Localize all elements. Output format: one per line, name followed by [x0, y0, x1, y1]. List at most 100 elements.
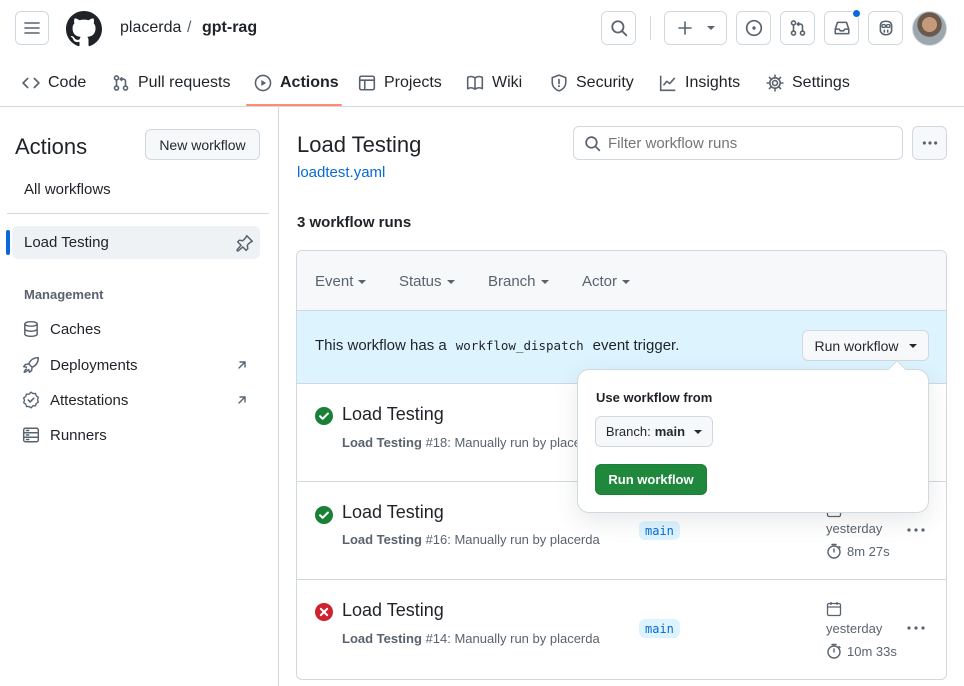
run-date: yesterday — [826, 621, 883, 636]
sidebar-item-runners[interactable]: Runners — [22, 426, 107, 444]
arrow-up-right-icon — [236, 394, 248, 406]
tab-label: Wiki — [492, 74, 523, 91]
tab-actions[interactable]: Actions — [254, 71, 339, 95]
pull-requests-button[interactable] — [780, 11, 815, 45]
menu-button[interactable] — [15, 11, 49, 45]
pin-icon[interactable] — [236, 234, 254, 252]
popover-heading: Use workflow from — [596, 390, 713, 405]
inbox-icon — [833, 19, 851, 37]
run-detail: #18: Manually run by placerda — [425, 435, 600, 450]
run-title[interactable]: Load Testing — [342, 600, 444, 621]
search-icon — [584, 135, 601, 152]
sidebar-item-label: Runners — [50, 426, 107, 444]
repo-owner-link[interactable]: placerda — [120, 19, 181, 37]
button-label: Run workflow — [814, 337, 899, 354]
caret-down-icon — [446, 279, 455, 284]
check-circle-icon — [315, 506, 333, 524]
tab-label: Projects — [384, 74, 442, 91]
more-options-button[interactable] — [912, 126, 947, 160]
caret-down-icon — [706, 26, 715, 30]
create-new-button[interactable] — [664, 11, 727, 45]
sidebar-item-deployments[interactable]: Deployments — [22, 356, 138, 374]
top-bar: placerda / gpt-rag — [0, 0, 964, 58]
run-subtitle: Load Testing #18: Manually run by placer… — [342, 435, 600, 450]
branch-label[interactable]: main — [639, 619, 680, 638]
stopwatch-icon — [826, 643, 842, 659]
duration-value: 10m 33s — [847, 643, 897, 659]
tab-label: Code — [48, 74, 87, 91]
tab-code[interactable]: Code — [22, 71, 86, 95]
tab-label: Insights — [685, 74, 741, 91]
tab-pull-requests[interactable]: Pull requests — [112, 71, 231, 95]
kebab-horizontal-icon[interactable] — [905, 521, 927, 539]
kebab-horizontal-icon[interactable] — [905, 619, 927, 637]
run-title[interactable]: Load Testing — [342, 404, 444, 425]
run-workflow-name: Load Testing — [342, 532, 422, 547]
sidebar-item-attestations[interactable]: Attestations — [22, 391, 128, 409]
repo-name-link[interactable]: gpt-rag — [202, 19, 257, 37]
branch-label[interactable]: main — [639, 521, 680, 540]
arrow-up-right-icon — [236, 359, 248, 371]
caret-down-icon — [540, 279, 549, 284]
banner-text: This workflow has a — [315, 337, 447, 354]
tab-settings[interactable]: Settings — [766, 71, 850, 95]
filter-branch[interactable]: Branch — [488, 273, 549, 290]
run-workflow-popover: Use workflow from Branch: main Run workf… — [577, 369, 929, 513]
graph-icon — [659, 74, 677, 92]
issue-opened-icon — [745, 19, 763, 37]
sidebar-item-caches[interactable]: Caches — [22, 320, 101, 338]
breadcrumb-separator: / — [187, 19, 192, 36]
caret-down-icon — [908, 343, 917, 348]
book-icon — [466, 74, 484, 92]
server-icon — [22, 426, 40, 444]
gear-icon — [766, 74, 784, 92]
search-button[interactable] — [601, 11, 636, 45]
check-circle-icon — [315, 407, 333, 425]
code-icon — [22, 74, 40, 92]
workflow-file-link[interactable]: loadtest.yaml — [297, 164, 385, 181]
kebab-horizontal-icon — [921, 134, 939, 152]
issues-button[interactable] — [736, 11, 771, 45]
tab-wiki[interactable]: Wiki — [466, 71, 522, 95]
sidebar-item-label: Attestations — [50, 391, 129, 409]
run-workflow-dropdown-button[interactable]: Run workflow — [802, 330, 929, 361]
run-row[interactable]: Load Testing Load Testing #14: Manually … — [297, 580, 946, 679]
filter-event[interactable]: Event — [315, 273, 367, 290]
filter-status[interactable]: Status — [399, 273, 455, 290]
git-pull-request-icon — [789, 19, 807, 37]
tab-projects[interactable]: Projects — [358, 71, 442, 95]
banner-text: event trigger. — [592, 337, 680, 354]
run-workflow-submit-button[interactable]: Run workflow — [595, 464, 707, 495]
caret-down-icon — [622, 279, 631, 284]
tab-insights[interactable]: Insights — [659, 71, 740, 95]
run-workflow-name: Load Testing — [342, 631, 422, 646]
run-detail: #16: Manually run by placerda — [425, 532, 600, 547]
filter-actor[interactable]: Actor — [582, 273, 631, 290]
caret-down-icon — [358, 279, 367, 284]
filter-row: Event Status Branch Actor — [297, 251, 946, 311]
runs-count: 3 workflow runs — [297, 214, 412, 231]
tab-label: Settings — [792, 74, 850, 91]
copilot-button[interactable] — [868, 11, 903, 45]
avatar[interactable] — [912, 11, 947, 46]
github-logo-icon[interactable] — [66, 11, 102, 47]
duration-value: 8m 27s — [847, 543, 890, 559]
run-subtitle: Load Testing #16: Manually run by placer… — [342, 532, 600, 547]
sidebar-item-label: Load Testing — [24, 234, 109, 251]
stopwatch-icon — [826, 543, 842, 559]
sidebar-divider — [7, 213, 269, 214]
tab-security[interactable]: Security — [550, 71, 634, 95]
filter-runs-field[interactable] — [573, 126, 903, 160]
selected-indicator — [6, 230, 10, 255]
branch-select-button[interactable]: Branch: main — [595, 416, 713, 447]
all-workflows-link[interactable]: All workflows — [24, 181, 111, 198]
run-title[interactable]: Load Testing — [342, 502, 444, 523]
repo-nav: Code Pull requests Actions Projects Wiki… — [0, 58, 964, 107]
table-icon — [358, 74, 376, 92]
run-subtitle: Load Testing #14: Manually run by placer… — [342, 631, 600, 646]
filter-runs-input[interactable] — [608, 133, 893, 153]
database-icon — [22, 320, 40, 338]
run-workflow-name: Load Testing — [342, 435, 422, 450]
new-workflow-button[interactable]: New workflow — [145, 129, 260, 160]
run-duration: 8m 27s — [826, 543, 890, 559]
